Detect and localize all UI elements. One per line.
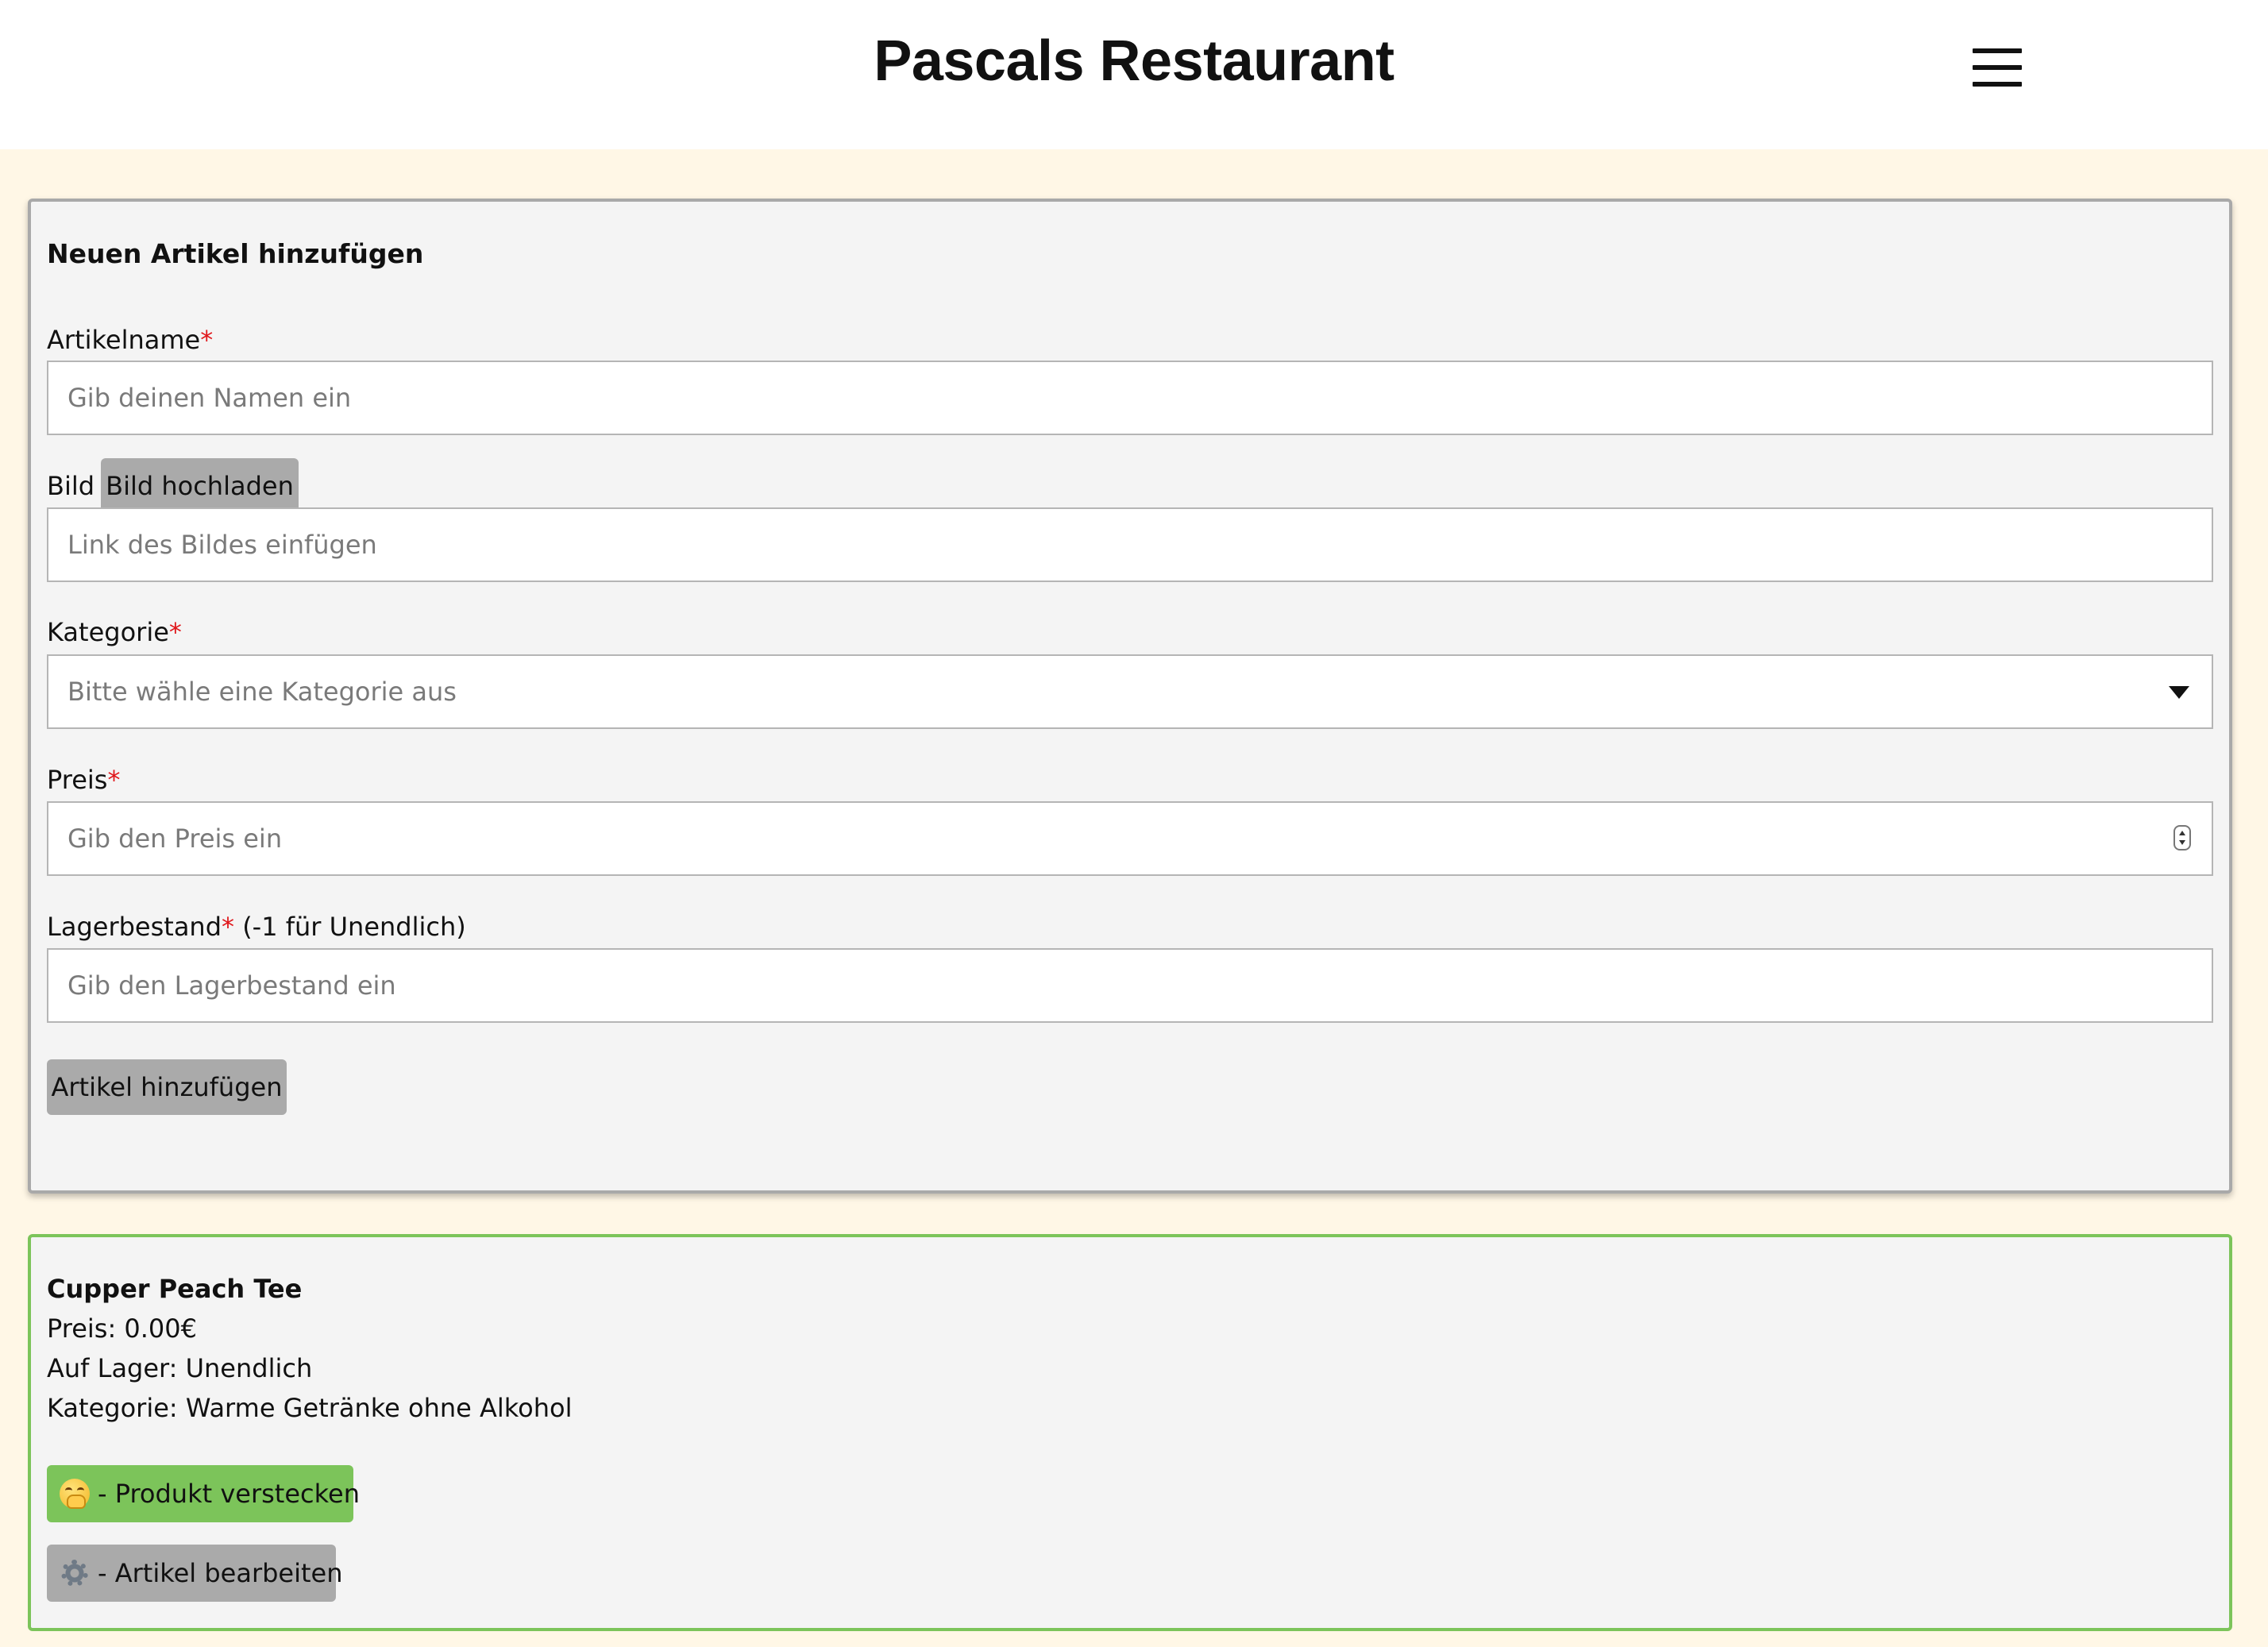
hide-product-button[interactable]: - Produkt verstecken [47, 1465, 360, 1522]
required-marker: * [107, 765, 121, 795]
menu-bar [1973, 48, 2022, 53]
required-marker: * [200, 325, 214, 355]
eye [77, 1487, 84, 1494]
number-spinner-icon[interactable] [2174, 825, 2191, 850]
add-item-button[interactable]: Artikel hinzufügen [47, 1059, 287, 1115]
form-title: Neuen Artikel hinzufügen [47, 238, 424, 269]
price-input[interactable] [47, 801, 2213, 876]
category-selected-value: Bitte wähle eine Kategorie aus [68, 677, 457, 707]
category-label-text: Kategorie [47, 617, 169, 647]
chevron-down-icon [2169, 686, 2189, 699]
price-label-text: Preis [47, 765, 108, 795]
app-title: Pascals Restaurant [874, 29, 1394, 93]
gear-icon [60, 1558, 90, 1588]
name-label: Artikelname* [47, 325, 213, 355]
item-category: Kategorie: Warme Getränke ohne Alkohol [47, 1393, 573, 1423]
hand [67, 1495, 86, 1509]
stock-label: Lagerbestand* (-1 für Unendlich) [47, 912, 466, 942]
edit-item-label: - Artikel bearbeiten [98, 1558, 343, 1588]
app-header: Pascals Restaurant [0, 0, 2268, 149]
item-name: Cupper Peach Tee [47, 1274, 303, 1304]
price-field-wrapper [31, 801, 2229, 876]
stock-input[interactable] [47, 948, 2213, 1023]
item-stock: Auf Lager: Unendlich [47, 1353, 313, 1383]
name-label-text: Artikelname [47, 325, 201, 355]
required-marker: * [168, 617, 182, 647]
stock-label-text: Lagerbestand [47, 912, 222, 942]
item-card: Cupper Peach Tee Preis: 0.00€ Auf Lager:… [28, 1234, 2232, 1631]
add-item-form: Neuen Artikel hinzufügen Artikelname* Bi… [28, 199, 2232, 1194]
edit-item-button-content: - Artikel bearbeiten [47, 1545, 343, 1602]
item-price: Preis: 0.00€ [47, 1313, 197, 1344]
edit-item-button[interactable]: - Artikel bearbeiten [47, 1545, 343, 1602]
image-link-input[interactable] [47, 507, 2213, 582]
category-select[interactable]: Bitte wähle eine Kategorie aus [47, 654, 2213, 729]
hamburger-menu-icon[interactable] [1963, 41, 2031, 94]
required-marker: * [222, 912, 235, 942]
eye [65, 1487, 72, 1494]
upload-image-button[interactable]: Bild hochladen [101, 458, 299, 514]
image-label: Bild [47, 471, 95, 501]
hide-product-button-content: - Produkt verstecken [47, 1465, 360, 1522]
price-label: Preis* [47, 765, 120, 795]
name-input[interactable] [47, 361, 2213, 435]
gear-shape [61, 1560, 88, 1587]
face-shape [60, 1479, 90, 1509]
stock-hint: (-1 für Unendlich) [234, 912, 466, 942]
face-with-hand-over-mouth-icon [60, 1479, 90, 1509]
menu-bar [1973, 65, 2022, 70]
hide-product-label: - Produkt verstecken [98, 1479, 360, 1509]
category-label: Kategorie* [47, 617, 182, 647]
menu-bar [1973, 82, 2022, 87]
